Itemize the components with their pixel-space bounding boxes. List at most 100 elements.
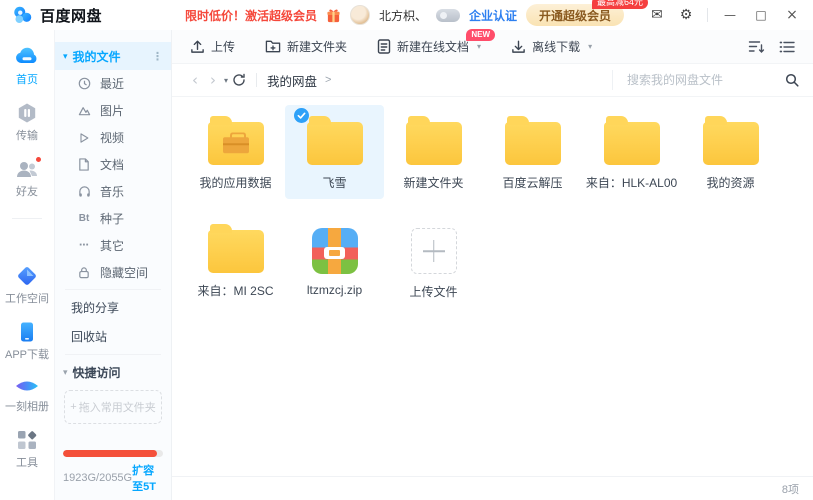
status-bar: 8项 [172, 476, 813, 500]
sidebar-item-label: 图片 [100, 102, 124, 119]
file-tile[interactable]: 我的应用数据 [186, 105, 285, 199]
sidebar-item-torrents[interactable]: Bt 种子 [55, 205, 171, 232]
rail-item-app-download[interactable]: APP下载 [5, 321, 49, 362]
tools-icon [16, 429, 38, 451]
sidebar-item-my-files[interactable]: ▾ 我的文件 ⋮ [55, 42, 171, 70]
sidebar-item-documents[interactable]: 文档 [55, 151, 171, 178]
folder-icon [703, 122, 759, 165]
sidebar-section-quick-access[interactable]: ▾ 快捷访问 [55, 358, 171, 386]
tool-label: 新建文件夹 [287, 38, 347, 55]
left-rail: 首页 传输 好友 [0, 30, 55, 500]
more-options-icon[interactable]: ⋮ [152, 50, 163, 63]
file-tile[interactable]: ltzmzcj.zip [285, 213, 384, 308]
nav-divider [256, 73, 257, 87]
rail-item-transfer[interactable]: 传输 [16, 102, 38, 143]
username[interactable]: 北方枳、 [379, 7, 427, 24]
new-folder-button[interactable]: 新建文件夹 [265, 38, 347, 55]
toolbar: 上传 新建文件夹 新建在线文档 ▾ NEW 离线下载 ▾ [172, 30, 813, 64]
workspace-icon [16, 265, 38, 287]
gift-icon[interactable] [326, 8, 341, 23]
maximize-button[interactable]: □ [750, 8, 772, 22]
storage-bar [63, 450, 163, 457]
rail-item-friends[interactable]: 好友 [15, 158, 39, 199]
refresh-icon[interactable] [232, 73, 246, 87]
rail-item-tools[interactable]: 工具 [16, 429, 38, 470]
rail-item-workspace[interactable]: 工作空间 [5, 265, 49, 306]
selected-check-icon[interactable] [294, 108, 309, 123]
file-tile[interactable]: 来自：MI 2SC [186, 213, 285, 308]
search-input[interactable] [627, 73, 785, 87]
mail-icon[interactable]: ✉ [647, 7, 667, 23]
quick-access-label: 快捷访问 [73, 364, 121, 381]
folder-icon [208, 122, 264, 165]
folder-icon [505, 122, 561, 165]
sidebar-item-videos[interactable]: 视频 [55, 124, 171, 151]
user-avatar[interactable] [350, 5, 370, 25]
view-mode-icon[interactable] [779, 40, 795, 54]
minimize-button[interactable]: — [719, 8, 741, 22]
new-folder-icon [265, 39, 281, 54]
sidebar-item-other[interactable]: ⋯ 其它 [55, 232, 171, 259]
file-name: 上传文件 [409, 283, 457, 300]
rail-label: 传输 [16, 127, 38, 143]
back-button[interactable]: ‹ [186, 71, 204, 89]
close-button[interactable]: × [781, 7, 803, 23]
baidu-netdisk-window: 百度网盘 限时低价！激活超级会员 北方枳、 企业认证 开通超级会员 最高减64元… [0, 0, 813, 500]
sidebar-item-label: 视频 [100, 129, 124, 146]
upload-file-tile[interactable]: 上传文件 [384, 213, 483, 308]
new-online-doc-button[interactable]: 新建在线文档 ▾ NEW [377, 38, 481, 55]
file-tile[interactable]: 来自：HLK-AL00 [582, 105, 681, 199]
sidebar-item-recycle-bin[interactable]: 回收站 [55, 322, 171, 351]
titlebar-divider [707, 8, 708, 22]
rail-label: 一刻相册 [5, 398, 49, 414]
file-name: 我的应用数据 [199, 174, 271, 191]
rail-item-photo-album[interactable]: 一刻相册 [5, 377, 49, 414]
history-dropdown-icon[interactable]: ▾ [224, 76, 228, 85]
sidebar-item-my-shares[interactable]: 我的分享 [55, 293, 171, 322]
offline-download-button[interactable]: 离线下载 ▾ [511, 38, 592, 55]
file-name: 来自：MI 2SC [197, 282, 273, 299]
zip-file-icon [312, 228, 358, 274]
file-tile[interactable]: 百度云解压 [483, 105, 582, 199]
rail-label: APP下载 [5, 346, 49, 362]
folder-icon [604, 122, 660, 165]
file-name: 我的资源 [706, 174, 754, 191]
titlebar: 百度网盘 限时低价！激活超级会员 北方枳、 企业认证 开通超级会员 最高减64元… [0, 0, 813, 30]
breadcrumb[interactable]: 我的网盘 [267, 71, 317, 90]
sort-icon[interactable] [748, 39, 765, 54]
sidebar-item-label: 隐藏空间 [100, 264, 148, 281]
sidebar-item-hidden-space[interactable]: 隐藏空间 [55, 259, 171, 286]
vip-level-badge-icon[interactable] [436, 9, 460, 22]
file-name: 飞雪 [322, 174, 346, 191]
chevron-down-icon[interactable]: ▾ [63, 51, 68, 62]
sidebar-item-recent[interactable]: 最近 [55, 70, 171, 97]
rail-label: 首页 [16, 71, 38, 87]
forward-button[interactable]: › [204, 71, 222, 89]
upload-button[interactable]: 上传 [190, 38, 235, 55]
file-tile-selected[interactable]: 飞雪 [285, 105, 384, 199]
clock-icon [77, 77, 91, 91]
navigation-row: ‹ › ▾ 我的网盘 > [172, 64, 813, 97]
chevron-down-icon[interactable]: ▾ [588, 42, 592, 51]
file-tile[interactable]: 我的资源 [681, 105, 780, 199]
storage-usage-text: 1923G/2055G [63, 472, 132, 484]
sidebar-item-music[interactable]: 音乐 [55, 178, 171, 205]
chevron-down-icon[interactable]: ▾ [477, 42, 481, 51]
rail-item-home[interactable]: 首页 [14, 44, 40, 87]
folder-icon [406, 122, 462, 165]
rail-label: 工具 [16, 454, 38, 470]
ellipsis-icon: ⋯ [77, 239, 91, 253]
settings-gear-icon[interactable]: ⚙ [676, 7, 696, 23]
search-icon[interactable] [785, 73, 799, 87]
sidebar-item-pictures[interactable]: 图片 [55, 97, 171, 124]
rail-label: 工作空间 [5, 290, 49, 306]
expand-storage-link[interactable]: 扩容至5T [132, 462, 163, 494]
tool-label: 上传 [211, 38, 235, 55]
promo-link[interactable]: 限时低价！激活超级会员 [185, 7, 317, 24]
pinned-folder-dropzone[interactable]: + 拖入常用文件夹 [64, 390, 162, 424]
enterprise-cert-link[interactable]: 企业认证 [469, 7, 517, 24]
file-tile[interactable]: 新建文件夹 [384, 105, 483, 199]
notification-dot [35, 156, 42, 163]
app-logo-icon [12, 4, 34, 26]
plus-icon: + [70, 401, 76, 413]
